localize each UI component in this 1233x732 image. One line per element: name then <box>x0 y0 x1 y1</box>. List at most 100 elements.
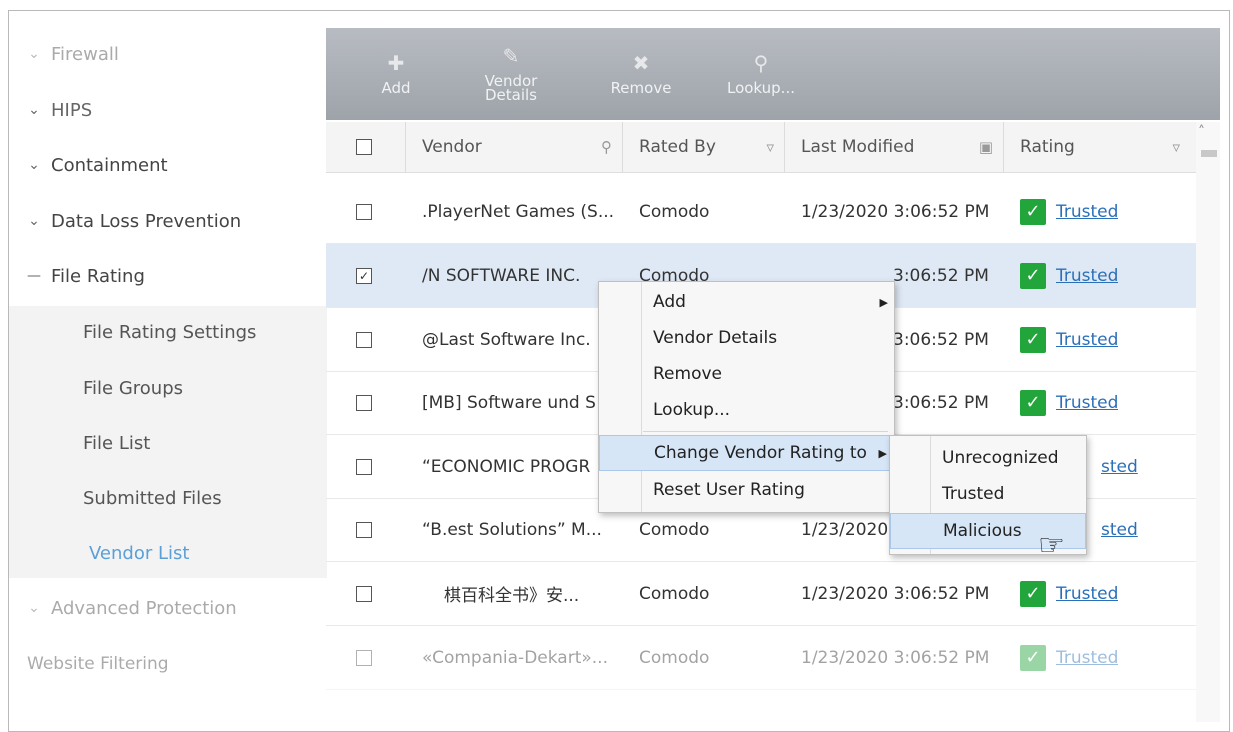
row-checkbox-cell[interactable] <box>356 626 372 689</box>
vendor-cell: “B.est Solutions” M... <box>422 519 602 540</box>
vertical-scrollbar[interactable] <box>1196 122 1220 722</box>
column-header-rating[interactable]: Rating ▿ <box>1020 122 1190 172</box>
context-menu-separator <box>643 431 888 432</box>
column-header-vendor[interactable]: Vendor ⚲ <box>422 122 622 172</box>
sidebar-item-hips[interactable]: ⌄ HIPS <box>9 85 327 135</box>
vendor-cell: «Compania-Dekart»... <box>422 647 608 668</box>
row-checkbox[interactable] <box>356 394 372 411</box>
row-checkbox-cell[interactable] <box>356 180 372 243</box>
rating-link[interactable]: Trusted <box>1056 648 1118 668</box>
row-checkbox[interactable] <box>356 585 372 602</box>
sidebar-sub-submitted-files[interactable]: Submitted Files <box>9 473 327 523</box>
row-checkbox[interactable] <box>356 649 372 666</box>
column-header-label: Rating <box>1020 137 1075 157</box>
last-modified-cell: 1/23/2020 3:06:52 PM <box>801 583 990 604</box>
remove-button[interactable]: ✖ Remove <box>601 28 681 120</box>
sidebar-item-label: HIPS <box>51 99 93 121</box>
last-modified-cell: 3:06:52 PM <box>893 392 989 413</box>
column-header-rated-by[interactable]: Rated By ▿ <box>639 122 784 172</box>
context-menu-add[interactable]: Add ▶ <box>599 284 894 320</box>
context-menu-label: Change Vendor Rating to <box>654 443 867 463</box>
sidebar-sub-file-rating-settings[interactable]: File Rating Settings <box>9 307 327 357</box>
rating-link[interactable]: sted <box>1101 457 1138 477</box>
column-header-label: Vendor <box>422 137 482 157</box>
sidebar-sub-file-groups[interactable]: File Groups <box>9 363 327 413</box>
vendor-details-label-line2: Details <box>484 86 537 104</box>
scrollbar-thumb[interactable] <box>1201 150 1217 157</box>
context-menu-label: Remove <box>653 364 722 384</box>
row-checkbox[interactable] <box>356 458 372 475</box>
add-button[interactable]: ✚ Add <box>366 28 426 120</box>
column-header-label: Rated By <box>639 137 716 157</box>
rating-link[interactable]: Trusted <box>1056 330 1118 350</box>
context-menu-change-vendor-rating[interactable]: Change Vendor Rating to ▶ <box>599 435 894 471</box>
sidebar-item-label: Website Filtering <box>27 654 169 674</box>
row-checkbox-checked[interactable]: ✓ <box>356 267 372 284</box>
filter-icon[interactable]: ▿ <box>1172 138 1180 156</box>
table-row[interactable]: «Compania-Dekart»... Comodo 1/23/2020 3:… <box>326 626 1196 690</box>
rating-cell: ✓ Trusted <box>1020 626 1118 689</box>
search-icon[interactable]: ⚲ <box>601 138 612 156</box>
sidebar-item-data-loss-prevention[interactable]: ⌄ Data Loss Prevention <box>9 196 327 246</box>
table-row[interactable]: .PlayerNet Games (S... Comodo 1/23/2020 … <box>326 180 1196 244</box>
row-checkbox-cell[interactable] <box>356 435 372 498</box>
filter-icon[interactable]: ▿ <box>766 138 774 156</box>
last-modified-cell: 1/23/2020 3:06:52 PM <box>801 201 990 222</box>
table-row[interactable]: 棋百科全书》安... Comodo 1/23/2020 3:06:52 PM ✓… <box>326 562 1196 626</box>
rating-link[interactable]: Trusted <box>1056 393 1118 413</box>
row-checkbox-cell[interactable] <box>356 498 372 561</box>
column-divider <box>784 122 785 172</box>
submenu-trusted[interactable]: Trusted <box>890 476 1086 512</box>
rating-cell: sted <box>1101 498 1138 561</box>
submenu-label: Malicious <box>943 521 1022 541</box>
sidebar-item-containment[interactable]: ⌄ Containment <box>9 140 327 190</box>
rating-link[interactable]: Trusted <box>1056 266 1118 286</box>
rating-link[interactable]: Trusted <box>1056 202 1118 222</box>
rated-by-cell: Comodo <box>639 201 710 222</box>
sidebar-item-website-filtering[interactable]: Website Filtering <box>9 639 327 689</box>
context-menu-label: Add <box>653 292 686 312</box>
rating-cell: ✓ Trusted <box>1020 244 1118 307</box>
row-checkbox-cell[interactable]: ✓ <box>356 244 372 307</box>
sidebar-item-label: Containment <box>51 154 168 176</box>
vendor-details-button[interactable]: ✎ Vendor Details <box>471 28 551 120</box>
calendar-icon[interactable]: ▣ <box>979 138 993 156</box>
last-modified-cell: 1/23/2020 3:06:52 PM <box>801 647 990 668</box>
sidebar-item-file-rating[interactable]: — File Rating <box>9 251 327 301</box>
row-checkbox[interactable] <box>356 331 372 348</box>
sidebar-sub-vendor-list[interactable]: Vendor List <box>9 528 327 578</box>
rating-link[interactable]: sted <box>1101 520 1138 540</box>
row-checkbox[interactable] <box>356 521 372 538</box>
column-header-last-modified[interactable]: Last Modified ▣ <box>801 122 1003 172</box>
chevron-down-icon: ⌄ <box>28 600 40 616</box>
vendor-cell: /N SOFTWARE INC. <box>422 265 581 286</box>
select-all-checkbox-cell[interactable] <box>356 122 376 172</box>
context-menu-vendor-details[interactable]: Vendor Details <box>599 320 894 356</box>
rated-by-cell: Comodo <box>639 647 710 668</box>
column-divider <box>622 122 623 172</box>
scroll-up-arrow-icon[interactable]: ˄ <box>1198 124 1205 140</box>
submenu-arrow-icon: ▶ <box>878 446 887 460</box>
rating-cell: ✓ Trusted <box>1020 371 1118 434</box>
sidebar-item-label: File Rating <box>51 265 145 287</box>
select-all-checkbox[interactable] <box>356 139 372 155</box>
vendor-cell: @Last Software Inc. <box>422 329 591 350</box>
sidebar-item-label: Data Loss Prevention <box>51 210 242 232</box>
row-checkbox[interactable] <box>356 203 372 220</box>
column-divider <box>405 122 406 172</box>
context-menu-remove[interactable]: Remove <box>599 356 894 392</box>
row-checkbox-cell[interactable] <box>356 371 372 434</box>
row-checkbox-cell[interactable] <box>356 562 372 625</box>
submenu-label: Trusted <box>942 484 1005 504</box>
pencil-icon: ✎ <box>502 44 520 68</box>
submenu-unrecognized[interactable]: Unrecognized <box>890 440 1086 476</box>
context-menu-reset-user-rating[interactable]: Reset User Rating <box>599 472 894 508</box>
sidebar-sub-file-list[interactable]: File List <box>9 418 327 468</box>
sidebar-item-advanced-protection[interactable]: ⌄ Advanced Protection <box>9 583 327 633</box>
sidebar-item-firewall[interactable]: ⌄ Firewall <box>9 29 327 79</box>
rating-link[interactable]: Trusted <box>1056 584 1118 604</box>
context-menu-lookup[interactable]: Lookup... <box>599 392 894 428</box>
chevron-down-icon: ⌄ <box>28 102 40 118</box>
row-checkbox-cell[interactable] <box>356 308 372 371</box>
lookup-button[interactable]: ⚲ Lookup... <box>716 28 806 120</box>
